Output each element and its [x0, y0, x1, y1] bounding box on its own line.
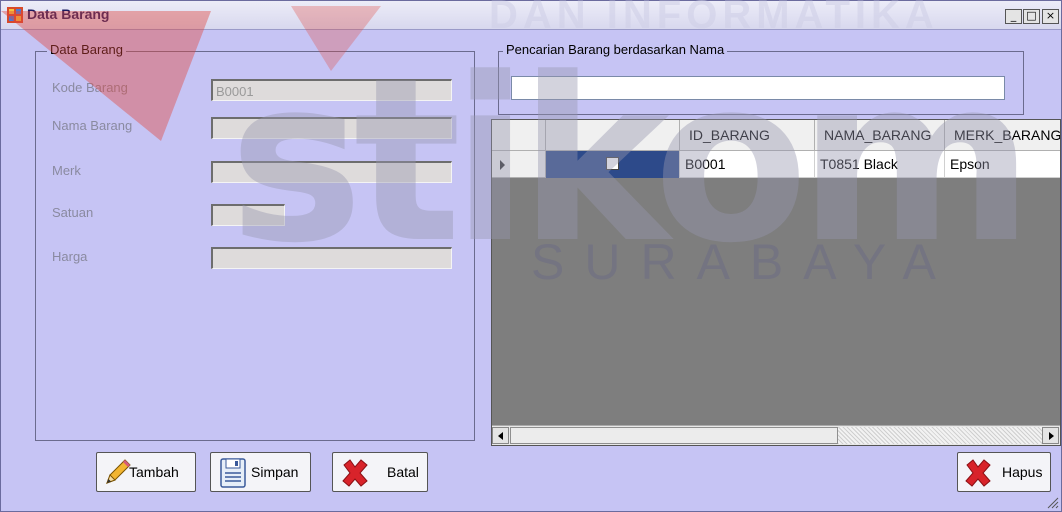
row-header[interactable] [492, 151, 546, 178]
delete-x-icon [965, 459, 991, 487]
horizontal-scrollbar[interactable] [492, 425, 1060, 445]
app-icon [7, 7, 23, 23]
cell-nama-barang[interactable]: T0851 Black [815, 151, 945, 178]
resize-grip-icon[interactable] [1047, 497, 1059, 509]
tambah-button[interactable]: Tambah [96, 452, 196, 492]
window-title: Data Barang [27, 6, 110, 22]
hapus-label: Hapus [1002, 464, 1043, 480]
current-row-arrow-icon [500, 160, 505, 170]
data-barang-group-title: Data Barang [47, 42, 126, 57]
nama-barang-field[interactable] [211, 117, 452, 139]
kode-barang-field[interactable]: B0001 [211, 79, 452, 101]
scroll-thumb[interactable] [510, 427, 838, 444]
kode-barang-label: Kode Barang [52, 80, 128, 95]
arrow-right-icon [1049, 432, 1054, 440]
nama-barang-label: Nama Barang [52, 118, 133, 133]
cell-id-barang[interactable]: B0001 [680, 151, 815, 178]
cancel-x-icon [342, 459, 368, 487]
arrow-left-icon [498, 432, 503, 440]
minimize-button[interactable]: _ [1005, 9, 1022, 24]
scroll-track[interactable] [838, 427, 1042, 444]
search-group-title: Pencarian Barang berdasarkan Nama [503, 42, 728, 57]
tambah-label: Tambah [129, 464, 179, 480]
close-button[interactable]: × [1042, 9, 1059, 24]
harga-field[interactable] [211, 247, 452, 269]
merk-field[interactable] [211, 161, 452, 183]
batal-label: Batal [387, 464, 419, 480]
row-header-column [492, 120, 546, 151]
cell-merk-barang[interactable]: Epson [945, 151, 1060, 178]
column-header-id-barang[interactable]: ID_BARANG [680, 120, 815, 151]
column-header-select[interactable] [546, 120, 680, 151]
search-input[interactable] [511, 76, 1005, 100]
simpan-label: Simpan [251, 464, 299, 480]
scroll-left-button[interactable] [492, 427, 509, 444]
row-checkbox[interactable] [606, 157, 619, 170]
title-bar[interactable]: Data Barang _ □ × [1, 1, 1061, 30]
hapus-button[interactable]: Hapus [957, 452, 1051, 492]
select-cell[interactable] [546, 151, 680, 178]
batal-button[interactable]: Batal [332, 452, 428, 492]
harga-label: Harga [52, 249, 88, 264]
column-header-merk-barang[interactable]: MERK_BARANG [945, 120, 1060, 151]
scroll-right-button[interactable] [1042, 427, 1059, 444]
maximize-button[interactable]: □ [1023, 9, 1040, 24]
column-header-nama-barang[interactable]: NAMA_BARANG [815, 120, 945, 151]
data-barang-window: Data Barang _ □ × Data Barang Kode Baran… [0, 0, 1062, 512]
simpan-button[interactable]: Simpan [210, 452, 311, 492]
satuan-field[interactable] [211, 204, 285, 226]
data-barang-group [35, 51, 475, 441]
merk-label: Merk [52, 163, 81, 178]
save-document-icon [220, 458, 246, 488]
satuan-label: Satuan [52, 205, 94, 220]
barang-grid[interactable]: ID_BARANG NAMA_BARANG MERK_BARANG B0001 … [491, 119, 1061, 446]
